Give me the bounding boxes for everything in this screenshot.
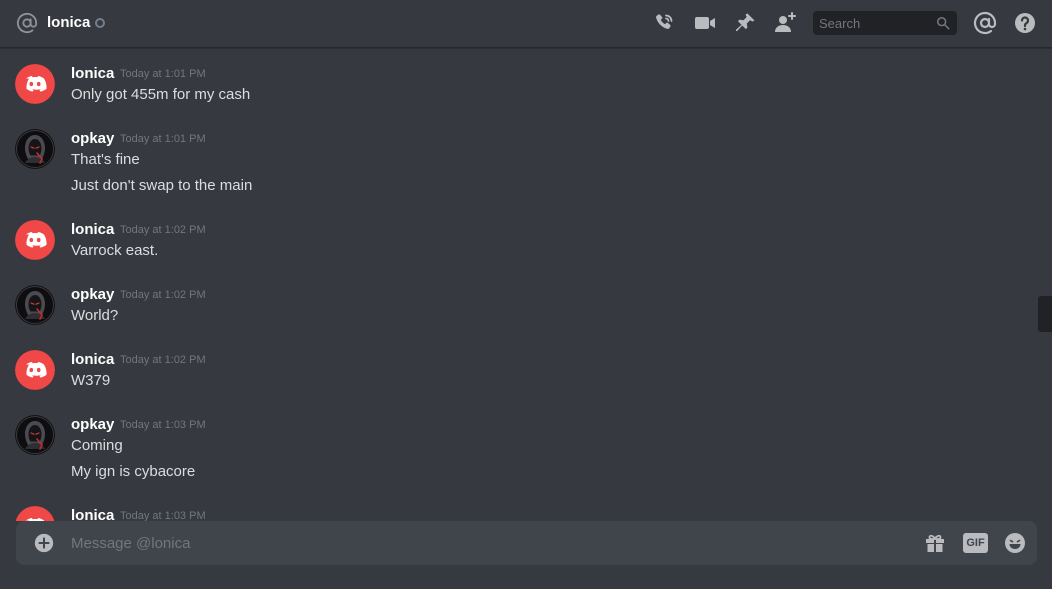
message-text: Just don't swap to the main xyxy=(71,177,253,194)
message-list[interactable]: lonica Today at 1:01 PM Only got 455m fo… xyxy=(0,49,1040,521)
message-text: World? xyxy=(71,307,119,324)
hooded-figure-icon xyxy=(15,415,55,455)
add-attachment-icon[interactable] xyxy=(33,532,55,554)
emoji-icon[interactable] xyxy=(1003,531,1027,555)
message-author[interactable]: lonica xyxy=(71,221,114,238)
message-author[interactable]: opkay xyxy=(71,416,114,433)
phone-call-icon[interactable] xyxy=(652,11,676,35)
message-timestamp: Today at 1:03 PM xyxy=(120,510,206,521)
at-icon xyxy=(16,12,38,34)
message-text: My ign is cybacore xyxy=(71,463,196,480)
avatar[interactable] xyxy=(15,415,55,455)
avatar[interactable] xyxy=(15,506,55,521)
message-author[interactable]: opkay xyxy=(71,130,114,147)
scrollbar-thumb[interactable] xyxy=(1038,296,1052,332)
message-author[interactable]: lonica xyxy=(71,351,114,368)
gift-icon[interactable] xyxy=(923,531,947,555)
message-author[interactable]: opkay xyxy=(71,286,114,303)
hooded-figure-icon xyxy=(15,285,55,325)
discord-logo-icon xyxy=(15,64,55,104)
message-timestamp: Today at 1:02 PM xyxy=(120,224,206,236)
message-text: W379 xyxy=(71,372,111,389)
avatar[interactable] xyxy=(15,350,55,390)
avatar[interactable] xyxy=(15,285,55,325)
mention-icon[interactable] xyxy=(973,11,997,35)
hooded-figure-icon xyxy=(15,129,55,169)
gif-button[interactable]: GIF xyxy=(963,533,988,553)
avatar[interactable] xyxy=(15,220,55,260)
message-composer: GIF xyxy=(16,521,1037,565)
discord-logo-icon xyxy=(15,350,55,390)
message-author[interactable]: lonica xyxy=(71,507,114,521)
channel-header: lonica xyxy=(0,0,1052,48)
message-timestamp: Today at 1:02 PM xyxy=(120,354,206,366)
avatar[interactable] xyxy=(15,129,55,169)
status-offline-indicator xyxy=(95,18,105,28)
help-icon[interactable] xyxy=(1013,11,1037,35)
channel-name: lonica xyxy=(47,14,91,31)
add-friend-icon[interactable] xyxy=(773,11,797,35)
message-timestamp: Today at 1:03 PM xyxy=(120,419,206,431)
message-text: Coming xyxy=(71,437,123,454)
message-timestamp: Today at 1:01 PM xyxy=(120,133,206,145)
discord-logo-icon xyxy=(15,220,55,260)
search-icon xyxy=(936,16,950,30)
discord-logo-icon xyxy=(15,506,55,521)
pin-icon[interactable] xyxy=(733,11,757,35)
message-text: Varrock east. xyxy=(71,242,159,259)
search-input[interactable] xyxy=(813,11,933,35)
message-input[interactable] xyxy=(71,521,911,565)
search-box[interactable] xyxy=(813,11,957,35)
message-author[interactable]: lonica xyxy=(71,65,114,82)
message-timestamp: Today at 1:02 PM xyxy=(120,289,206,301)
message-timestamp: Today at 1:01 PM xyxy=(120,68,206,80)
message-text: That's fine xyxy=(71,151,140,168)
video-camera-icon[interactable] xyxy=(693,11,717,35)
avatar[interactable] xyxy=(15,64,55,104)
message-text: Only got 455m for my cash xyxy=(71,86,251,103)
